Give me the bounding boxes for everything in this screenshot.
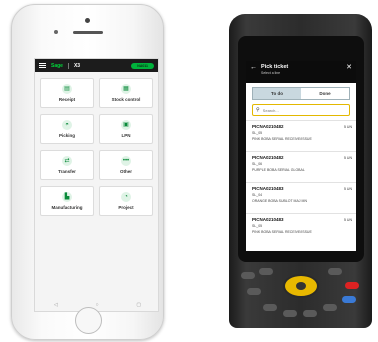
ticket-id: PICNA0210483: [252, 186, 284, 191]
app-name: X3: [73, 62, 81, 69]
search-box: ⚲: [252, 104, 350, 116]
tile-picking[interactable]: ◓ Picking: [40, 114, 94, 144]
tile-receipt[interactable]: ▤ Receipt: [40, 78, 94, 108]
dpad-center-button[interactable]: [296, 282, 306, 290]
tile-label: Manufacturing: [51, 205, 83, 210]
list-item[interactable]: PICNA0210483 5 UN SL_05 PINK BOBA SERIAL…: [246, 213, 356, 244]
keypad-key[interactable]: [283, 310, 297, 317]
header-divider: [67, 62, 69, 69]
ticket-id: PICNA0210482: [252, 124, 284, 129]
keypad-key[interactable]: [259, 268, 273, 275]
brand-logo: Sage: [51, 62, 63, 69]
end-key[interactable]: [345, 282, 359, 289]
tile-other[interactable]: ••• Other: [99, 150, 153, 180]
home-nav-icon[interactable]: ○: [96, 302, 99, 308]
search-icon: ⚲: [256, 107, 260, 113]
tile-transfer[interactable]: ⇄ Transfer: [40, 150, 94, 180]
tile-project[interactable]: ◔ Project: [99, 186, 153, 216]
tile-label: LPN: [121, 133, 131, 138]
ticket-location: SL_04: [252, 193, 263, 197]
earpiece-speaker: [73, 31, 103, 34]
ticket-location: SL_05: [252, 224, 263, 228]
ticket-qty: 5 UN: [344, 156, 352, 160]
ticket-id: PICNA0210483: [252, 217, 284, 222]
iphone-screen: Sage X3 NA011 ▤ Receipt ▦ Stock control …: [34, 58, 159, 312]
keypad-key[interactable]: [241, 272, 255, 279]
back-arrow-icon[interactable]: ←: [250, 64, 257, 71]
keypad-key[interactable]: [263, 304, 277, 311]
header-titles: Pick ticket Select a line: [261, 64, 342, 75]
receipt-icon: ▤: [62, 84, 72, 94]
ticket-qty: 5 UN: [344, 218, 352, 222]
ticket-description: PINK BOBA SERIAL RECEIVE/ISSUE: [252, 230, 312, 234]
ticket-id: PICNA0210482: [252, 155, 284, 160]
ticket-qty: 5 UN: [344, 187, 352, 191]
keypad-key[interactable]: [323, 304, 337, 311]
front-camera: [85, 18, 90, 23]
tile-label: Receipt: [58, 97, 76, 102]
ticket-qty: 5 UN: [344, 125, 352, 129]
tab-todo[interactable]: To do: [253, 88, 301, 99]
tile-manufacturing[interactable]: ▙ Manufacturing: [40, 186, 94, 216]
pick-ticket-header: ← Pick ticket Select a line ✕: [246, 61, 356, 83]
tile-label: Picking: [58, 133, 75, 138]
blue-function-key[interactable]: [342, 296, 356, 303]
ticket-description: PURPLE BOBA SERIAL GLOBAL: [252, 168, 305, 172]
menu-icon[interactable]: [39, 63, 46, 68]
keypad-key[interactable]: [328, 268, 342, 275]
lpn-icon: ▣: [121, 120, 131, 130]
list-item[interactable]: PICNA0210483 5 UN SL_04 ORANGE BOBA SUBL…: [246, 182, 356, 213]
tile-stock-control[interactable]: ▦ Stock control: [99, 78, 153, 108]
function-tiles: ▤ Receipt ▦ Stock control ◓ Picking ▣ LP…: [35, 72, 158, 222]
tile-label: Other: [119, 169, 132, 174]
page-subtitle: Select a line: [261, 71, 281, 75]
keypad-key[interactable]: [247, 288, 261, 295]
picking-icon: ◓: [62, 120, 72, 130]
status-tabs: To do Done: [252, 87, 350, 100]
ticket-description: PINK BOBA SERIAL RECEIVE/ISSUE: [252, 137, 312, 141]
close-icon[interactable]: ✕: [346, 64, 352, 71]
recent-apps-icon[interactable]: ▢: [136, 302, 141, 308]
system-nav-bar: ◁ ○ ▢: [35, 302, 158, 308]
other-icon: •••: [121, 156, 131, 166]
proximity-sensor: [54, 30, 58, 34]
back-nav-icon[interactable]: ◁: [54, 302, 58, 308]
iphone-device: Sage X3 NA011 ▤ Receipt ▦ Stock control …: [11, 4, 164, 340]
app-header: Sage X3 NA011: [35, 59, 158, 72]
ticket-description: ORANGE BOBA SUBLOT MAJ MN: [252, 199, 307, 203]
manufacturing-icon: ▙: [62, 192, 72, 202]
ticket-location: SL_05: [252, 131, 263, 135]
tile-lpn[interactable]: ▣ LPN: [99, 114, 153, 144]
page-title: Pick ticket: [261, 64, 289, 70]
device-showcase: Sage X3 NA011 ▤ Receipt ▦ Stock control …: [0, 0, 378, 342]
home-button[interactable]: [75, 307, 102, 334]
tile-label: Stock control: [111, 97, 141, 102]
transfer-icon: ⇄: [62, 156, 72, 166]
tile-label: Project: [118, 205, 134, 210]
tab-done[interactable]: Done: [301, 88, 349, 99]
list-item[interactable]: PICNA0210482 5 UN SL_05 PINK BOBA SERIAL…: [246, 120, 356, 151]
site-selector[interactable]: NA011: [131, 62, 154, 69]
scanner-screen: ← Pick ticket Select a line ✕ To do Done…: [246, 61, 356, 251]
ticket-location: SL_06: [252, 162, 263, 166]
stock-control-icon: ▦: [121, 84, 131, 94]
project-icon: ◔: [121, 192, 131, 202]
tile-label: Transfer: [58, 169, 76, 174]
navigation-dpad[interactable]: [283, 274, 319, 298]
search-input[interactable]: [262, 107, 343, 113]
scanner-keypad: [239, 266, 362, 328]
list-item[interactable]: PICNA0210482 5 UN SL_06 PURPLE BOBA SERI…: [246, 151, 356, 182]
keypad-key[interactable]: [303, 310, 317, 317]
